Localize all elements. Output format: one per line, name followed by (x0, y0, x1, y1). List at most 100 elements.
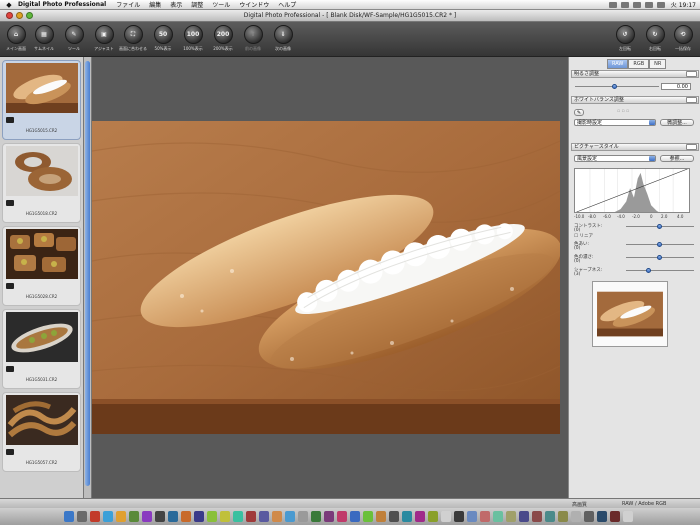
dock-app-icon[interactable] (532, 511, 542, 522)
menu-clock[interactable]: 火 19:17 (671, 0, 696, 9)
main-window-button[interactable]: ⌂ メイン画面 (3, 25, 29, 56)
linear-checkbox[interactable]: ☐ リニア (574, 233, 593, 239)
menu-tools[interactable]: ツール (212, 0, 230, 9)
dock-app-icon[interactable] (558, 511, 568, 522)
dock-app-icon[interactable] (493, 511, 503, 522)
dock-app-icon[interactable] (337, 511, 347, 522)
tool-palette-button[interactable]: ✎ ツール (61, 25, 87, 56)
eyedropper-icon[interactable]: ✎ (574, 109, 584, 116)
zoom-50-button[interactable]: 50 50%表示 (150, 25, 176, 56)
dock-app-icon[interactable] (584, 511, 594, 522)
dock-app-icon[interactable] (480, 511, 490, 522)
menu-adjust[interactable]: 調整 (191, 0, 203, 9)
dock-app-icon[interactable] (298, 511, 308, 522)
tab-raw[interactable]: RAW (607, 59, 629, 69)
dock-app-icon[interactable] (441, 511, 451, 522)
dock-app-icon[interactable] (428, 511, 438, 522)
dock-app-icon[interactable] (402, 511, 412, 522)
fit-to-screen-button[interactable]: ⛶ 画面に合わせる (119, 25, 147, 56)
filmstrip-scrollbar[interactable] (84, 57, 92, 498)
zoom-200-button[interactable]: 200 200%表示 (210, 25, 236, 56)
dock-app-icon[interactable] (259, 511, 269, 522)
image-viewer[interactable] (92, 57, 568, 498)
filmstrip-item[interactable]: HG1G5015.CR2 (2, 60, 81, 140)
dock-app-icon[interactable] (129, 511, 139, 522)
reset-icon[interactable] (686, 144, 697, 150)
menu-help[interactable]: ヘルプ (278, 0, 296, 9)
filmstrip-item[interactable]: HG1G5028.CR2 (2, 226, 81, 306)
dock-app-icon[interactable] (155, 511, 165, 522)
status-icon[interactable] (644, 1, 653, 8)
menu-view[interactable]: 表示 (170, 0, 182, 9)
dock-app-icon[interactable] (142, 511, 152, 522)
dock-app-icon[interactable] (545, 511, 555, 522)
dock-app-icon[interactable] (103, 511, 113, 522)
dock-app-icon[interactable] (220, 511, 230, 522)
dock-app-icon[interactable] (90, 511, 100, 522)
next-image-button[interactable]: ⇓ 次の画像 (270, 25, 296, 56)
navigator-thumbnail[interactable] (592, 281, 668, 347)
trash-icon[interactable] (623, 511, 633, 522)
tab-nr[interactable]: NR (649, 59, 667, 69)
menu-edit[interactable]: 編集 (149, 0, 161, 9)
menu-file[interactable]: ファイル (116, 0, 140, 9)
reset-icon[interactable] (686, 97, 697, 103)
sharpness-slider-track[interactable] (626, 270, 694, 271)
dock-app-icon[interactable] (194, 511, 204, 522)
rotate-right-button[interactable]: ↻ 右回転 (642, 25, 668, 56)
dock-app-icon[interactable] (376, 511, 386, 522)
zoom-100-button[interactable]: 100 100%表示 (180, 25, 206, 56)
dock-app-icon[interactable] (181, 511, 191, 522)
filmstrip-item[interactable]: HG1G5057.CR2 (2, 392, 81, 472)
picture-style-browse-button[interactable]: 参照... (660, 155, 694, 162)
batch-save-button[interactable]: ⟲ 一括保存 (670, 25, 696, 56)
saturation-slider-knob[interactable] (657, 255, 662, 260)
dock-app-icon[interactable] (389, 511, 399, 522)
dock-app-icon[interactable] (610, 511, 620, 522)
status-icon[interactable] (632, 1, 641, 8)
dock-app-icon[interactable] (571, 511, 581, 522)
dock-app-icon[interactable] (324, 511, 334, 522)
dock-app-icon[interactable] (246, 511, 256, 522)
menu-app-name[interactable]: Digital Photo Professional (18, 1, 106, 8)
menu-window[interactable]: ウインドウ (239, 0, 269, 9)
status-icon[interactable] (656, 1, 665, 8)
brightness-slider-knob[interactable] (612, 84, 617, 89)
thumbnail-button[interactable]: ▦ サムネイル (31, 25, 57, 56)
rotate-left-button[interactable]: ↺ 左回転 (612, 25, 638, 56)
dock-app-icon[interactable] (233, 511, 243, 522)
contrast-slider-knob[interactable] (657, 224, 662, 229)
dock-app-icon[interactable] (350, 511, 360, 522)
finder-icon[interactable] (64, 511, 74, 522)
dock-app-icon[interactable] (597, 511, 607, 522)
picture-style-select[interactable]: 風景設定 (574, 155, 656, 162)
dock-app-icon[interactable] (519, 511, 529, 522)
dock-app-icon[interactable] (77, 511, 87, 522)
dock-app-icon[interactable] (285, 511, 295, 522)
reset-icon[interactable] (686, 71, 697, 77)
dock-app-icon[interactable] (506, 511, 516, 522)
dock-app-icon[interactable] (467, 511, 477, 522)
wb-fine-adjust-button[interactable]: 微調整... (660, 119, 694, 126)
status-icon[interactable] (620, 1, 629, 8)
sharpness-slider-knob[interactable] (646, 268, 651, 273)
previous-image-button[interactable]: ⇑ 前の画像 (240, 25, 266, 56)
dock-app-icon[interactable] (454, 511, 464, 522)
scrollbar-thumb[interactable] (85, 61, 90, 486)
filmstrip-item[interactable]: HG1G5031.CR2 (2, 309, 81, 389)
dock-app-icon[interactable] (415, 511, 425, 522)
dock-app-icon[interactable] (116, 511, 126, 522)
brightness-value[interactable]: 0.00 (661, 83, 691, 90)
dock-app-icon[interactable] (207, 511, 217, 522)
tab-rgb[interactable]: RGB (628, 59, 650, 69)
dock-app-icon[interactable] (272, 511, 282, 522)
dock-app-icon[interactable] (311, 511, 321, 522)
apple-icon[interactable]: ◆ (0, 1, 18, 9)
brightness-slider-track[interactable] (575, 86, 659, 87)
filmstrip-item[interactable]: HG1G5018.CR2 (2, 143, 81, 223)
adjust-button[interactable]: ▣ アジャスト (91, 25, 117, 56)
tone-curve-histogram[interactable] (574, 168, 690, 213)
dock-app-icon[interactable] (363, 511, 373, 522)
tone-slider-knob[interactable] (657, 242, 662, 247)
dock-app-icon[interactable] (168, 511, 178, 522)
